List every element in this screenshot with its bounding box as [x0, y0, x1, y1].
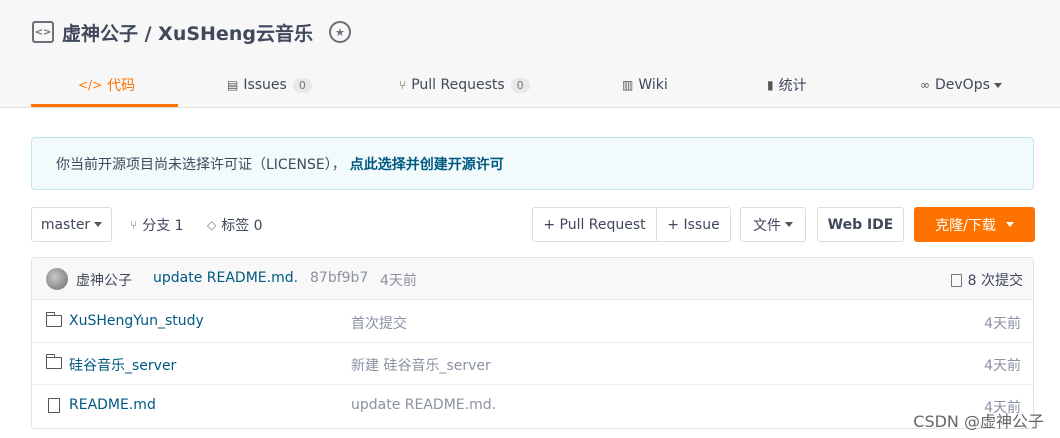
clone-download-button[interactable]: 克隆/下载	[914, 207, 1035, 242]
latest-commit-row: 虚神公子 update README.md. 87bf9b7 4天前 8 次提交	[32, 258, 1033, 300]
tags-link[interactable]: ◇ 标签 0	[207, 207, 263, 242]
chevron-down-icon	[1005, 222, 1014, 227]
file-commit-message[interactable]: 新建 硅谷音乐_server	[351, 355, 491, 375]
branch-icon: ⑂	[130, 217, 138, 232]
watermark: CSDN @虚神公子	[913, 412, 1044, 431]
commit-count: 8 次提交	[967, 273, 1023, 289]
bar-chart-icon: ▮	[767, 78, 774, 92]
new-issue-button[interactable]: + Issue	[656, 207, 731, 242]
license-notice: 你当前开源项目尚未选择许可证（LICENSE）， 点此选择并创建开源许可	[31, 137, 1034, 190]
tags-label: 标签 0	[221, 217, 263, 234]
file-time: 4天前	[984, 358, 1021, 374]
file-name[interactable]: XuSHengYun_study	[69, 313, 204, 329]
tab-stats[interactable]: ▮ 统计	[767, 62, 807, 108]
files-dropdown[interactable]: 文件	[740, 207, 806, 242]
tab-label: 统计	[778, 78, 807, 94]
code-icon: </>	[78, 78, 103, 92]
tab-label: DevOps	[935, 77, 990, 93]
chevron-down-icon	[94, 222, 103, 227]
file-panel: 虚神公子 update README.md. 87bf9b7 4天前 8 次提交…	[31, 257, 1034, 429]
repo-header: <> 虚神公子 / XuSHeng云音乐 ★ </> 代码 ▤ Issues 0…	[0, 0, 1060, 108]
tab-label: 代码	[107, 78, 136, 94]
folder-icon	[45, 312, 62, 327]
tab-pull-requests[interactable]: ⑂ Pull Requests 0	[399, 62, 530, 108]
tab-label: Wiki	[638, 77, 668, 93]
table-row: XuSHengYun_study 首次提交 4天前	[32, 301, 1033, 343]
commit-message[interactable]: update README.md.	[153, 270, 298, 286]
branches-label: 分支 1	[142, 217, 184, 234]
repo-tabs: </> 代码 ▤ Issues 0 ⑂ Pull Requests 0 ▥ Wi…	[0, 62, 1060, 108]
infinity-icon: ∞	[920, 78, 930, 92]
tab-issues[interactable]: ▤ Issues 0	[227, 62, 312, 108]
tab-wiki[interactable]: ▥ Wiki	[622, 62, 668, 108]
file-icon	[48, 398, 60, 413]
branch-select[interactable]: master	[31, 207, 112, 242]
pull-request-icon: ⑂	[399, 78, 407, 92]
branches-link[interactable]: ⑂ 分支 1	[130, 207, 184, 242]
folder-icon	[45, 354, 62, 369]
commit-time: 4天前	[380, 273, 417, 289]
files-label: 文件	[753, 217, 781, 234]
tab-label: Issues	[243, 77, 287, 93]
license-notice-text: 你当前开源项目尚未选择许可证（LICENSE），	[56, 156, 346, 173]
repo-title-row: <> 虚神公子 / XuSHeng云音乐 ★	[32, 16, 351, 48]
award-badge-icon[interactable]: ★	[328, 21, 351, 43]
new-pull-request-button[interactable]: + Pull Request	[532, 207, 657, 242]
code-bracket-icon: <>	[32, 21, 54, 43]
issues-icon: ▤	[227, 78, 239, 92]
file-commit-message[interactable]: update README.md.	[351, 397, 496, 413]
file-time: 4天前	[984, 316, 1021, 332]
wiki-icon: ▥	[622, 78, 634, 92]
issues-count-badge: 0	[292, 77, 312, 93]
pull-requests-count-badge: 0	[510, 77, 530, 93]
tab-devops[interactable]: ∞ DevOps	[920, 62, 1002, 108]
create-license-link[interactable]: 点此选择并创建开源许可	[350, 154, 504, 174]
web-ide-button[interactable]: Web IDE	[817, 207, 904, 242]
file-commit-message[interactable]: 首次提交	[351, 313, 407, 333]
history-icon	[950, 273, 962, 287]
commit-hash[interactable]: 87bf9b7	[310, 270, 368, 286]
table-row: README.md update README.md. 4天前	[32, 385, 1033, 427]
commit-count-link[interactable]: 8 次提交	[950, 270, 1023, 290]
file-name[interactable]: 硅谷音乐_server	[69, 355, 176, 375]
tab-code[interactable]: </> 代码	[78, 62, 135, 108]
table-row: 硅谷音乐_server 新建 硅谷音乐_server 4天前	[32, 343, 1033, 385]
chevron-down-icon	[993, 82, 1002, 88]
avatar[interactable]	[46, 268, 68, 290]
repo-title[interactable]: 虚神公子 / XuSHeng云音乐	[62, 19, 313, 46]
commit-author[interactable]: 虚神公子	[76, 270, 132, 290]
branch-label: master	[40, 216, 91, 233]
tab-label: Pull Requests	[411, 77, 505, 93]
file-name[interactable]: README.md	[69, 397, 156, 413]
clone-download-label: 克隆/下载	[935, 217, 996, 234]
active-tab-indicator	[31, 104, 178, 107]
tag-icon: ◇	[207, 217, 217, 232]
chevron-down-icon	[785, 222, 793, 227]
